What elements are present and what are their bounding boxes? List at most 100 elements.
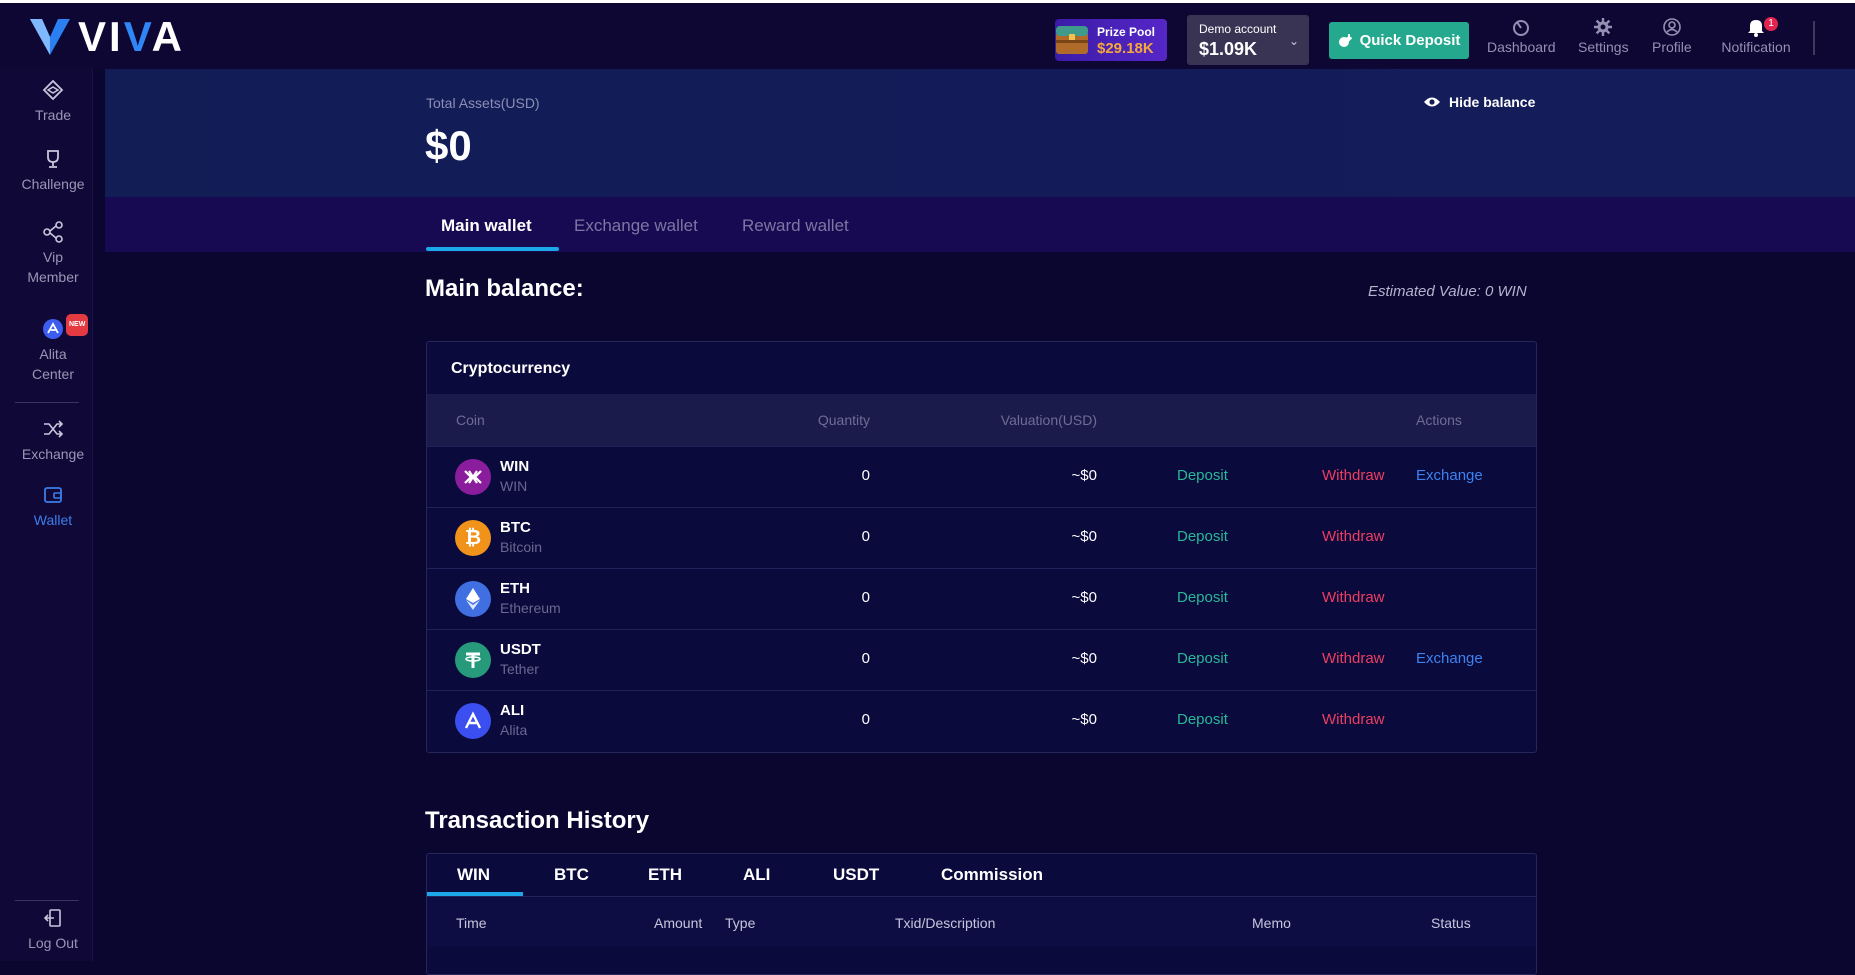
profile-icon bbox=[1663, 18, 1681, 36]
quick-deposit-label: Quick Deposit bbox=[1359, 32, 1461, 49]
hide-balance-label: Hide balance bbox=[1449, 94, 1536, 110]
column-time: Time bbox=[456, 915, 487, 931]
chevron-down-icon: ⌄ bbox=[1288, 34, 1299, 48]
tx-tab-commission[interactable]: Commission bbox=[941, 865, 1043, 885]
prize-pool-button[interactable]: Prize Pool $29.18K bbox=[1055, 19, 1167, 61]
tx-tab-win[interactable]: WIN bbox=[457, 865, 490, 885]
table-row: USDT Tether 0 ~$0 Deposit Withdraw Excha… bbox=[427, 629, 1536, 690]
nav-dashboard-label: Dashboard bbox=[1487, 39, 1556, 55]
tx-tab-usdt[interactable]: USDT bbox=[833, 865, 879, 885]
nav-settings-label: Settings bbox=[1578, 39, 1629, 55]
table-header: Coin Quantity Valuation(USD) Actions bbox=[427, 394, 1536, 446]
gear-icon bbox=[1594, 18, 1613, 36]
account-selector[interactable]: Demo account $1.09K ⌄ bbox=[1187, 15, 1309, 65]
active-tab-indicator bbox=[426, 247, 559, 251]
deposit-link[interactable]: Deposit bbox=[1177, 589, 1228, 606]
treasure-chest-icon bbox=[1056, 26, 1088, 54]
deposit-link[interactable]: Deposit bbox=[1177, 528, 1228, 545]
tx-tab-btc[interactable]: BTC bbox=[554, 865, 589, 885]
usdt-coin-icon bbox=[455, 642, 491, 678]
logout-button[interactable]: Log Out bbox=[0, 907, 106, 953]
coin-name: Alita bbox=[500, 722, 528, 738]
coin-symbol: ALI bbox=[500, 702, 525, 719]
sidebar-item-trade[interactable]: Trade bbox=[0, 79, 106, 125]
account-balance: $1.09K bbox=[1199, 39, 1258, 59]
column-actions: Actions bbox=[1416, 412, 1462, 428]
coin-valuation: ~$0 bbox=[1071, 467, 1097, 484]
sidebar-item-exchange[interactable]: Exchange bbox=[0, 418, 106, 464]
exchange-link[interactable]: Exchange bbox=[1416, 650, 1483, 667]
coin-symbol: ETH bbox=[500, 580, 530, 597]
nav-dashboard[interactable]: Dashboard bbox=[1487, 17, 1556, 61]
sidebar-item-label: Exchange bbox=[21, 446, 85, 462]
logout-label: Log Out bbox=[28, 935, 78, 951]
coin-quantity: 0 bbox=[861, 589, 870, 606]
sidebar-item-label: Challenge bbox=[21, 176, 85, 192]
tx-tab-eth[interactable]: ETH bbox=[648, 865, 682, 885]
transaction-history-title: Transaction History bbox=[425, 807, 650, 834]
alita-icon bbox=[43, 319, 63, 339]
withdraw-link[interactable]: Withdraw bbox=[1322, 589, 1385, 606]
coin-name: Tether bbox=[500, 661, 539, 677]
quick-deposit-button[interactable]: Quick Deposit bbox=[1329, 22, 1469, 59]
prize-pool-label: Prize Pool bbox=[1097, 25, 1156, 39]
ali-coin-icon bbox=[455, 703, 491, 739]
sidebar-item-label: Alita Center bbox=[31, 346, 75, 382]
tab-main-wallet[interactable]: Main wallet bbox=[441, 216, 532, 236]
sidebar-item-vip-member[interactable]: Vip Member bbox=[0, 221, 106, 287]
coin-valuation: ~$0 bbox=[1071, 589, 1097, 606]
table-row: ALI Alita 0 ~$0 Deposit Withdraw bbox=[427, 690, 1536, 751]
table-row: WIN WIN 0 ~$0 Deposit Withdraw Exchange bbox=[427, 446, 1536, 507]
nav-profile[interactable]: Profile bbox=[1652, 17, 1692, 61]
withdraw-link[interactable]: Withdraw bbox=[1322, 650, 1385, 667]
trade-icon bbox=[42, 79, 64, 101]
sidebar-item-alita-center[interactable]: NEW Alita Center bbox=[0, 314, 106, 384]
notification-count-badge: 1 bbox=[1764, 17, 1778, 31]
total-assets-value: $0 bbox=[425, 122, 472, 169]
withdraw-link[interactable]: Withdraw bbox=[1322, 711, 1385, 728]
table-row: ETH Ethereum 0 ~$0 Deposit Withdraw bbox=[427, 568, 1536, 629]
coin-quantity: 0 bbox=[861, 650, 870, 667]
tx-tab-ali[interactable]: ALI bbox=[743, 865, 770, 885]
nav-settings[interactable]: Settings bbox=[1578, 17, 1629, 61]
deposit-link[interactable]: Deposit bbox=[1177, 467, 1228, 484]
sidebar-item-wallet[interactable]: Wallet bbox=[0, 484, 106, 530]
brand-name: VIVA bbox=[78, 13, 185, 60]
coin-quantity: 0 bbox=[861, 467, 870, 484]
exchange-link[interactable]: Exchange bbox=[1416, 467, 1483, 484]
sidebar-separator bbox=[15, 900, 79, 901]
column-type: Type bbox=[725, 915, 756, 931]
logout-icon bbox=[43, 909, 61, 927]
coin-symbol: BTC bbox=[500, 519, 531, 536]
nav-profile-label: Profile bbox=[1652, 39, 1692, 55]
coin-quantity: 0 bbox=[861, 711, 870, 728]
column-amount: Amount bbox=[654, 915, 703, 931]
column-memo: Memo bbox=[1252, 915, 1291, 931]
dashboard-icon bbox=[1513, 20, 1530, 36]
wallet-tabs-bar bbox=[105, 197, 1855, 252]
bell-icon bbox=[1748, 20, 1764, 37]
cryptocurrency-table: Cryptocurrency Coin Quantity Valuation(U… bbox=[426, 341, 1537, 753]
column-coin: Coin bbox=[456, 412, 485, 428]
sidebar-item-label: Vip Member bbox=[27, 249, 79, 285]
sidebar-item-challenge[interactable]: Challenge bbox=[0, 148, 106, 194]
assets-summary-band bbox=[105, 69, 1855, 197]
top-bar: VIVA Prize Pool $29.18K Demo account $1.… bbox=[0, 3, 1855, 69]
sidebar-item-label: Wallet bbox=[33, 512, 73, 528]
wallet-icon bbox=[44, 487, 62, 503]
estimated-value: Estimated Value: 0 WIN bbox=[1368, 283, 1527, 300]
hide-balance-toggle[interactable]: Hide balance bbox=[1423, 94, 1535, 110]
withdraw-link[interactable]: Withdraw bbox=[1322, 528, 1385, 545]
column-quantity: Quantity bbox=[817, 412, 870, 428]
tab-reward-wallet[interactable]: Reward wallet bbox=[742, 216, 849, 236]
tab-exchange-wallet[interactable]: Exchange wallet bbox=[574, 216, 698, 236]
withdraw-link[interactable]: Withdraw bbox=[1322, 467, 1385, 484]
brand-logo[interactable]: VIVA bbox=[28, 15, 185, 59]
nav-notification[interactable]: 1 Notification bbox=[1716, 17, 1796, 61]
share-icon bbox=[43, 221, 63, 243]
deposit-link[interactable]: Deposit bbox=[1177, 650, 1228, 667]
cryptocurrency-title: Cryptocurrency bbox=[451, 360, 571, 377]
deposit-link[interactable]: Deposit bbox=[1177, 711, 1228, 728]
coin-symbol: USDT bbox=[500, 641, 541, 658]
coin-quantity: 0 bbox=[861, 528, 870, 545]
